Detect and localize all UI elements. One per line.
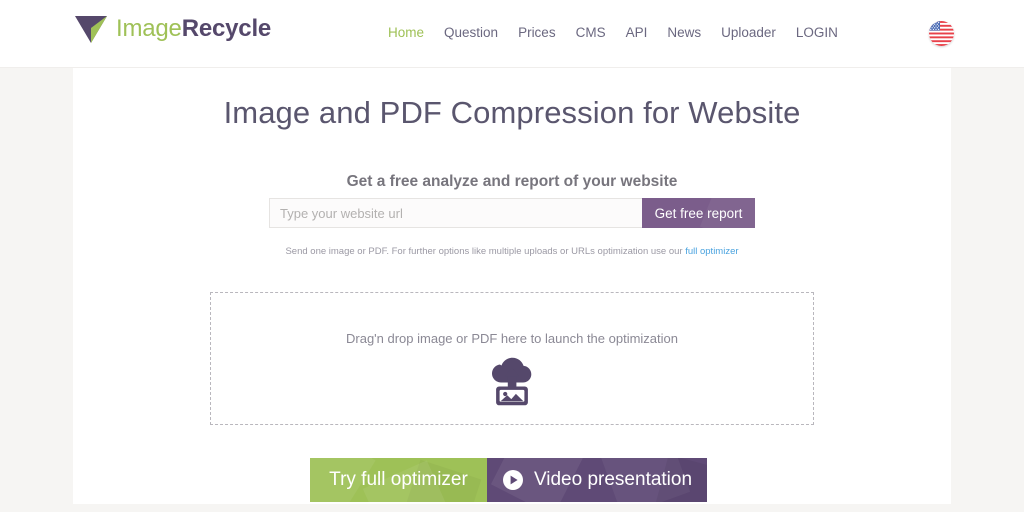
- video-presentation-button[interactable]: Video presentation: [487, 458, 707, 502]
- nav-item-news[interactable]: News: [667, 25, 701, 40]
- logo-text-recycle: Recycle: [181, 15, 272, 42]
- website-analyze-form: Get free report: [269, 198, 755, 228]
- us-flag-icon[interactable]: [929, 21, 954, 46]
- nav-item-uploader[interactable]: Uploader: [721, 25, 776, 40]
- dropzone-label: Drag'n drop image or PDF here to launch …: [346, 331, 678, 346]
- file-dropzone[interactable]: Drag'n drop image or PDF here to launch …: [210, 292, 814, 425]
- cloud-upload-image-icon: [484, 355, 540, 407]
- site-logo[interactable]: ImageRecycle: [73, 12, 271, 46]
- play-circle-icon: [502, 470, 523, 490]
- site-header: ImageRecycle Home Question Prices CMS AP…: [0, 0, 1024, 68]
- video-presentation-label: Video presentation: [533, 469, 693, 490]
- nav-item-question[interactable]: Question: [444, 25, 498, 40]
- hero-subtitle: Get a free analyze and report of your we…: [346, 173, 678, 190]
- main-navigation: Home Question Prices CMS API News Upload…: [388, 25, 838, 40]
- content-sheet: Image and PDF Compression for Website Ge…: [73, 68, 951, 504]
- triangle-funnel-logo-icon: [75, 16, 107, 43]
- get-free-report-button[interactable]: Get free report: [642, 198, 755, 228]
- nav-item-prices[interactable]: Prices: [518, 25, 556, 40]
- website-url-input[interactable]: [269, 198, 642, 228]
- try-full-optimizer-label: Try full optimizer: [329, 469, 468, 490]
- page-title: Image and PDF Compression for Website: [223, 95, 801, 130]
- nav-item-home[interactable]: Home: [388, 25, 424, 40]
- try-full-optimizer-button[interactable]: Try full optimizer: [310, 458, 487, 502]
- logo-text-image: Image: [116, 15, 182, 42]
- full-optimizer-link[interactable]: full optimizer: [685, 246, 738, 257]
- site-logo-text: ImageRecycle: [116, 17, 271, 41]
- form-helper-text: Send one image or PDF. For further optio…: [285, 246, 686, 257]
- nav-item-login[interactable]: LOGIN: [796, 25, 838, 40]
- get-free-report-label: Get free report: [654, 205, 743, 221]
- nav-item-api[interactable]: API: [626, 25, 648, 40]
- page-root: Image and PDF Compression for Website Ge…: [0, 0, 1024, 512]
- nav-item-cms[interactable]: CMS: [576, 25, 606, 40]
- form-helper-note: Send one image or PDF. For further optio…: [73, 246, 951, 257]
- cta-button-row: Try full optimizer Video presentation: [310, 458, 707, 502]
